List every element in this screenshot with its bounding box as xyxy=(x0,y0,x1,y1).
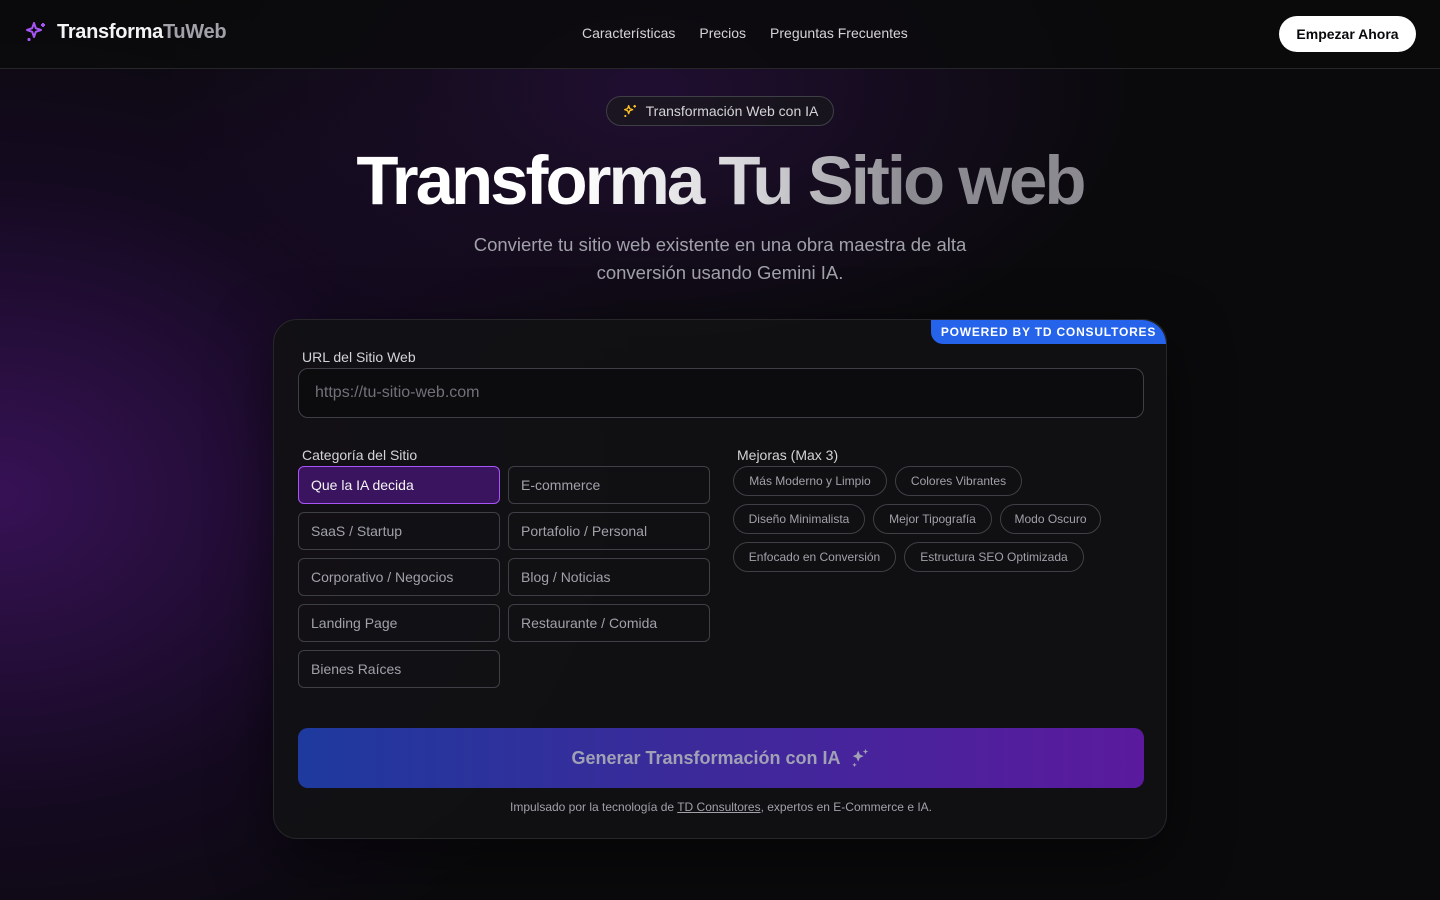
category-option-ecommerce[interactable]: E-commerce xyxy=(508,466,710,504)
sparkles-icon xyxy=(26,22,45,41)
brand-name: TransformaTuWeb xyxy=(57,20,227,44)
brand-name-part2: TuWeb xyxy=(162,20,227,43)
generate-button[interactable]: Generar Transformación con IA xyxy=(298,728,1144,788)
improvement-chip-vibrant[interactable]: Colores Vibrantes xyxy=(895,466,1022,496)
transform-form-card: POWERED BY TD CONSULTORES URL del Sitio … xyxy=(273,319,1167,839)
nav-link-features[interactable]: Características xyxy=(582,25,675,41)
td-consultores-link[interactable]: TD Consultores xyxy=(677,800,760,814)
hero-badge: Transformación Web con IA xyxy=(606,96,834,126)
form-footer-note: Impulsado por la tecnología de TD Consul… xyxy=(274,800,1168,814)
footer-suffix: , expertos en E-Commerce e IA. xyxy=(760,800,932,814)
get-started-button[interactable]: Empezar Ahora xyxy=(1279,16,1416,52)
nav-link-faq[interactable]: Preguntas Frecuentes xyxy=(770,25,908,41)
url-label: URL del Sitio Web xyxy=(302,349,416,365)
improvement-chip-seo[interactable]: Estructura SEO Optimizada xyxy=(904,542,1084,572)
top-navbar: TransformaTuWeb Características Precios … xyxy=(0,0,1440,69)
hero-subtitle: Convierte tu sitio web existente en una … xyxy=(473,234,967,283)
url-input[interactable] xyxy=(298,368,1144,418)
improvement-chip-modern[interactable]: Más Moderno y Limpio xyxy=(733,466,887,496)
hero-title: Transforma Tu Sitio web xyxy=(340,140,1100,222)
category-option-saas[interactable]: SaaS / Startup xyxy=(298,512,500,550)
category-option-portfolio[interactable]: Portafolio / Personal xyxy=(508,512,710,550)
category-option-landing[interactable]: Landing Page xyxy=(298,604,500,642)
powered-by-badge: POWERED BY TD CONSULTORES xyxy=(931,320,1166,344)
brand-name-part1: Transforma xyxy=(57,20,163,43)
improvement-chip-minimal[interactable]: Diseño Minimalista xyxy=(733,504,865,534)
category-option-ai-decides[interactable]: Que la IA decida xyxy=(298,466,500,504)
category-label: Categoría del Sitio xyxy=(302,447,418,463)
footer-prefix: Impulsado por la tecnología de xyxy=(509,800,678,814)
sparkles-icon xyxy=(623,105,636,117)
generate-button-label: Generar Transformación con IA xyxy=(571,747,841,768)
brand-logo[interactable]: TransformaTuWeb xyxy=(24,20,227,44)
category-option-restaurant[interactable]: Restaurante / Comida xyxy=(508,604,710,642)
improvements-label: Mejoras (Max 3) xyxy=(737,447,839,463)
category-option-real-estate[interactable]: Bienes Raíces xyxy=(298,650,500,688)
improvement-chip-dark-mode[interactable]: Modo Oscuro xyxy=(1000,504,1101,534)
category-option-corporate[interactable]: Corporativo / Negocios xyxy=(298,558,500,596)
improvement-chip-conversion[interactable]: Enfocado en Conversión xyxy=(733,542,896,572)
sparkles-icon xyxy=(851,748,868,768)
nav-link-pricing[interactable]: Precios xyxy=(699,25,746,41)
hero-badge-text: Transformación Web con IA xyxy=(645,103,819,119)
category-option-blog[interactable]: Blog / Noticias xyxy=(508,558,710,596)
improvement-chip-typography[interactable]: Mejor Tipografía xyxy=(873,504,992,534)
main-nav: Características Precios Preguntas Frecue… xyxy=(582,25,908,41)
